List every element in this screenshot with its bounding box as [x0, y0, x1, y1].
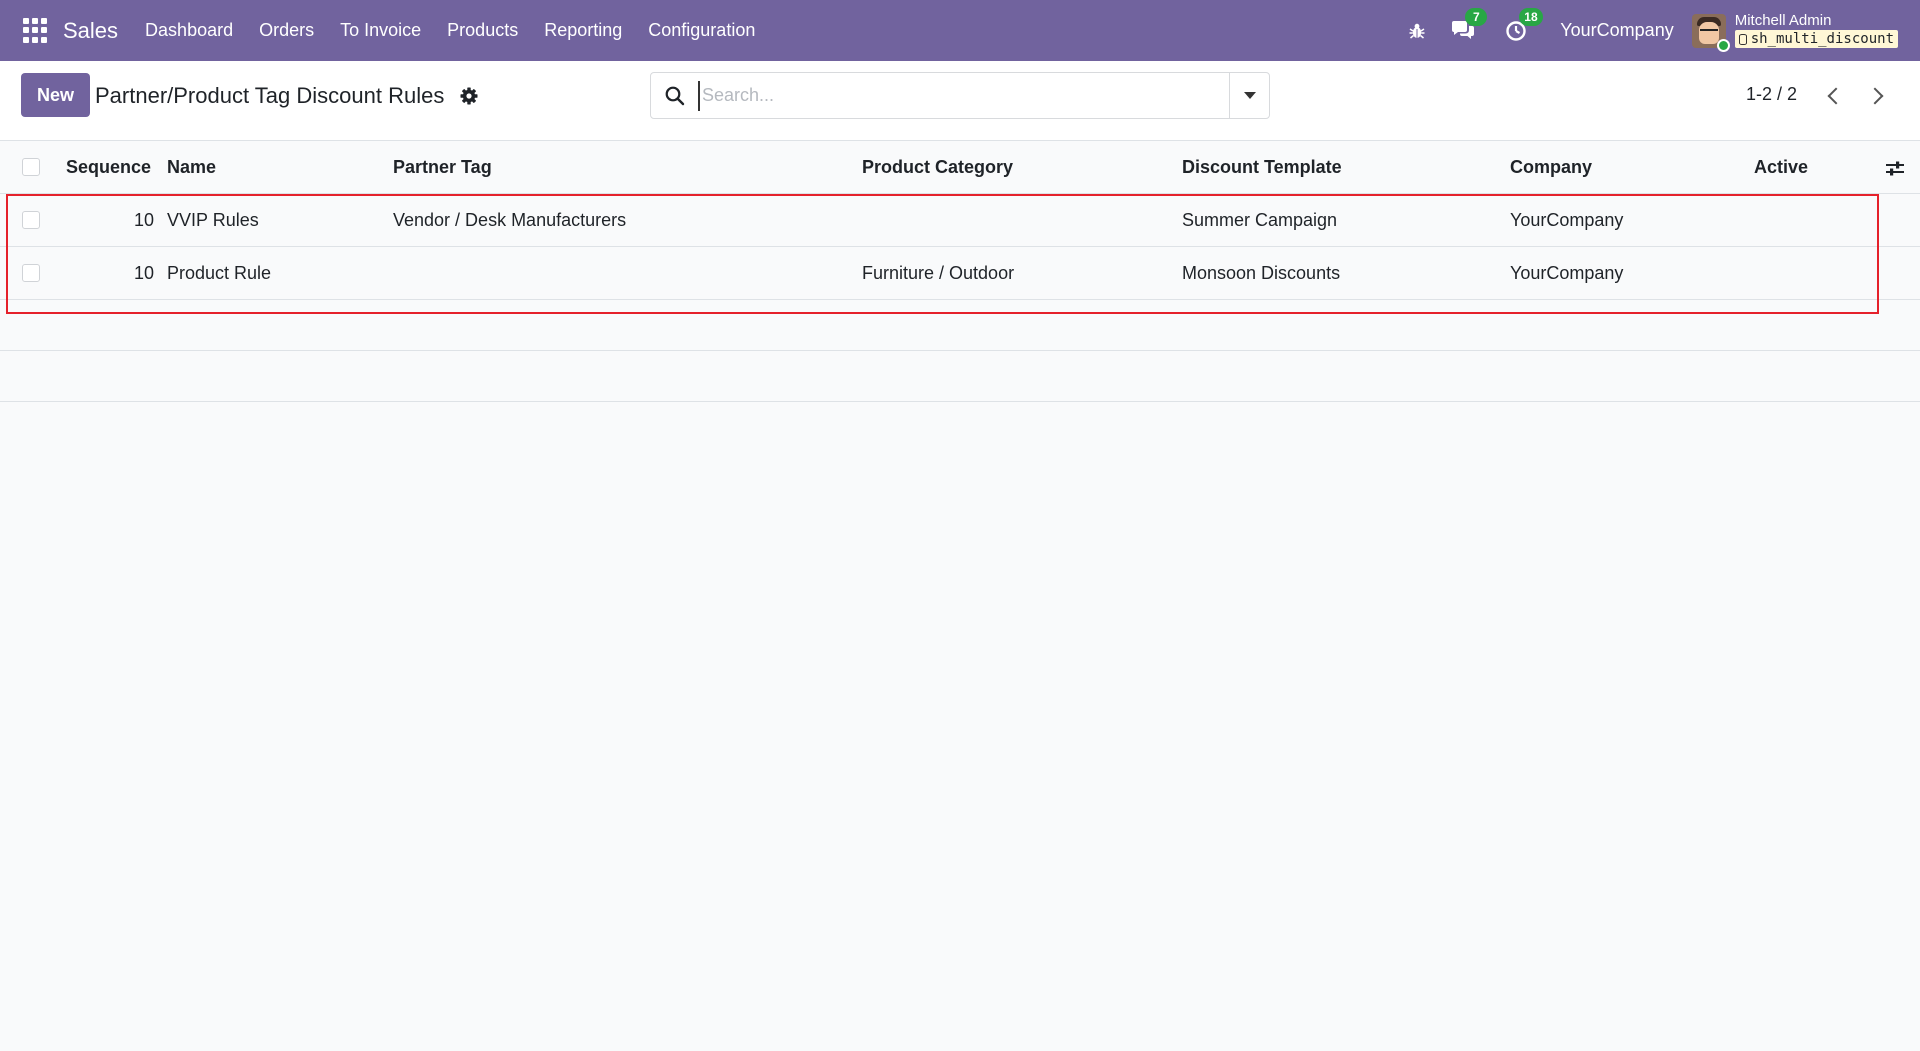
menu-dashboard[interactable]: Dashboard: [132, 20, 246, 41]
chevron-right-icon: [1866, 87, 1883, 105]
cell-company: YourCompany: [1510, 263, 1624, 283]
column-header-discount-template[interactable]: Discount Template: [1182, 141, 1342, 194]
search-options-toggle[interactable]: [1229, 73, 1269, 118]
database-name: sh_multi_discount: [1750, 31, 1894, 47]
pager-value[interactable]: 1-2 / 2: [1746, 84, 1797, 105]
top-navbar: Sales Dashboard Orders To Invoice Produc…: [0, 0, 1920, 61]
cell-name: VVIP Rules: [167, 210, 259, 230]
apps-grid-icon[interactable]: [23, 17, 49, 44]
search-icon: [665, 86, 685, 105]
navbar-systray: 7 18 YourCompany Mitchell Admin sh_multi…: [1406, 0, 1920, 61]
row-checkbox[interactable]: [22, 211, 40, 229]
menu-orders[interactable]: Orders: [246, 20, 327, 41]
select-all-checkbox[interactable]: [22, 158, 40, 176]
table-header: Sequence Name Partner Tag Product Catego…: [0, 141, 1920, 194]
list-view: Sequence Name Partner Tag Product Catego…: [0, 141, 1920, 402]
table-row[interactable]: 10 Product Rule Furniture / Outdoor Mons…: [0, 247, 1920, 300]
empty-row: [0, 300, 1920, 351]
cell-sequence: 10: [133, 263, 154, 283]
user-name: Mitchell Admin: [1734, 12, 1832, 29]
menu-reporting[interactable]: Reporting: [531, 20, 635, 41]
column-header-product-category[interactable]: Product Category: [862, 141, 1013, 194]
new-button[interactable]: New: [21, 73, 90, 117]
empty-row: [0, 351, 1920, 402]
column-header-partner-tag[interactable]: Partner Tag: [393, 141, 492, 194]
cell-product-category: Furniture / Outdoor: [862, 263, 1015, 283]
activities-badge: 18: [1519, 7, 1543, 26]
cell-sequence: 10: [133, 210, 154, 230]
menu-products[interactable]: Products: [434, 20, 531, 41]
column-header-active[interactable]: Active: [1754, 141, 1808, 194]
table-row[interactable]: 10 VVIP Rules Vendor / Desk Manufacturer…: [0, 194, 1920, 247]
menu-configuration[interactable]: Configuration: [635, 20, 768, 41]
company-switcher[interactable]: YourCompany: [1560, 20, 1673, 41]
chat-icon[interactable]: 7: [1450, 7, 1488, 43]
bug-icon[interactable]: [1406, 20, 1428, 42]
column-header-company[interactable]: Company: [1510, 141, 1592, 194]
database-badge: sh_multi_discount: [1734, 30, 1898, 48]
user-menu[interactable]: Mitchell Admin sh_multi_discount: [1734, 12, 1898, 48]
menu-to-invoice[interactable]: To Invoice: [327, 20, 434, 41]
pager-next-button[interactable]: [1860, 79, 1894, 113]
online-status-icon: [1716, 38, 1730, 52]
caret-down-icon: [1243, 92, 1256, 99]
cell-name: Product Rule: [167, 263, 272, 283]
cell-partner-tag: Vendor / Desk Manufacturers: [393, 210, 627, 230]
user-avatar[interactable]: [1691, 13, 1730, 52]
messages-badge: 7: [1465, 7, 1488, 26]
pager-previous-button[interactable]: [1816, 79, 1850, 113]
search-bar: [650, 72, 1270, 119]
app-name[interactable]: Sales: [63, 18, 118, 44]
gear-icon[interactable]: [458, 85, 480, 107]
search-input[interactable]: [698, 80, 1198, 111]
cell-discount-template: Summer Campaign: [1182, 210, 1338, 230]
row-checkbox[interactable]: [22, 264, 40, 282]
chevron-left-icon: [1827, 87, 1844, 105]
column-header-sequence[interactable]: Sequence: [66, 141, 154, 194]
control-panel: New Partner/Product Tag Discount Rules 1…: [0, 61, 1920, 141]
cell-discount-template: Monsoon Discounts: [1182, 263, 1341, 283]
column-header-name[interactable]: Name: [167, 141, 216, 194]
page-title: Partner/Product Tag Discount Rules: [95, 83, 445, 108]
optional-columns-icon[interactable]: [1884, 157, 1906, 179]
cell-company: YourCompany: [1510, 210, 1624, 230]
database-icon: [1738, 33, 1747, 45]
clock-icon[interactable]: 18: [1504, 7, 1543, 43]
